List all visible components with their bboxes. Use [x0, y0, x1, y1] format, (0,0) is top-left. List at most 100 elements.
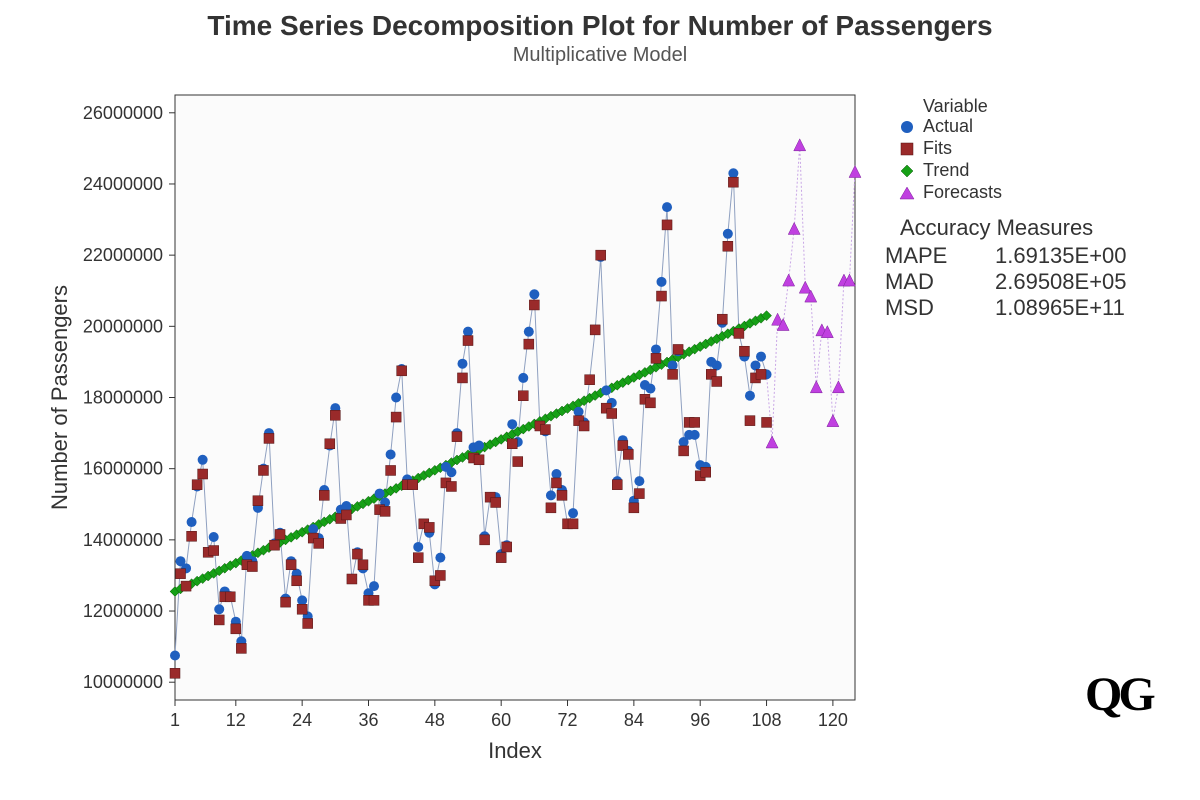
data-point: [491, 497, 501, 507]
data-point: [446, 481, 456, 491]
data-point: [723, 229, 733, 239]
data-point: [325, 439, 335, 449]
data-point: [297, 595, 307, 605]
data-point: [524, 327, 534, 337]
data-point: [668, 369, 678, 379]
data-point: [187, 517, 197, 527]
x-tick-label: 12: [226, 710, 246, 730]
y-tick-label: 26000000: [83, 103, 163, 123]
data-point: [176, 569, 186, 579]
accuracy-title: Accuracy Measures: [900, 215, 1093, 240]
data-point: [590, 325, 600, 335]
data-point: [457, 359, 467, 369]
data-point: [540, 425, 550, 435]
data-point: [408, 480, 418, 490]
data-point: [369, 595, 379, 605]
data-point: [518, 391, 528, 401]
y-tick-label: 14000000: [83, 530, 163, 550]
data-point: [551, 478, 561, 488]
data-point: [524, 339, 534, 349]
data-point: [546, 490, 556, 500]
data-point: [612, 480, 622, 490]
chart-svg: 1000000012000000140000001600000018000000…: [45, 80, 1175, 780]
data-point: [236, 643, 246, 653]
x-tick-label: 72: [558, 710, 578, 730]
data-point: [170, 668, 180, 678]
data-point: [745, 416, 755, 426]
data-point: [170, 651, 180, 661]
data-point: [502, 542, 512, 552]
data-point: [319, 490, 329, 500]
data-point: [264, 433, 274, 443]
data-point: [496, 553, 506, 563]
y-tick-label: 18000000: [83, 388, 163, 408]
data-point: [574, 407, 584, 417]
legend-title: Variable: [923, 96, 988, 116]
data-point: [629, 503, 639, 513]
data-point: [518, 373, 528, 383]
data-point: [463, 336, 473, 346]
data-point: [446, 467, 456, 477]
x-tick-label: 48: [425, 710, 445, 730]
x-tick-label: 96: [690, 710, 710, 730]
data-point: [474, 441, 484, 451]
data-point: [187, 531, 197, 541]
data-point: [303, 618, 313, 628]
accuracy-value: 2.69508E+05: [995, 269, 1127, 294]
data-point: [292, 576, 302, 586]
data-point: [457, 373, 467, 383]
data-point: [286, 560, 296, 570]
data-point: [717, 314, 727, 324]
data-point: [275, 530, 285, 540]
x-tick-label: 36: [358, 710, 378, 730]
data-point: [397, 366, 407, 376]
data-point: [198, 469, 208, 479]
x-tick-label: 84: [624, 710, 644, 730]
data-point: [546, 503, 556, 513]
data-point: [623, 449, 633, 459]
accuracy-label: MAPE: [885, 243, 947, 268]
x-axis-label: Index: [488, 738, 542, 763]
data-point: [358, 560, 368, 570]
chart-subtitle: Multiplicative Model: [0, 44, 1200, 67]
plot-wrap: 1000000012000000140000001600000018000000…: [45, 80, 1175, 780]
chart-container: Time Series Decomposition Plot for Numbe…: [0, 0, 1200, 800]
data-point: [551, 469, 561, 479]
data-point: [634, 476, 644, 486]
data-point: [181, 581, 191, 591]
data-point: [568, 519, 578, 529]
data-point: [391, 393, 401, 403]
data-point: [435, 570, 445, 580]
data-point: [463, 327, 473, 337]
data-point: [734, 328, 744, 338]
data-point: [679, 446, 689, 456]
data-point: [728, 168, 738, 178]
data-point: [651, 353, 661, 363]
data-point: [435, 553, 445, 563]
legend-item: Forecasts: [923, 182, 1002, 202]
accuracy-value: 1.08965E+11: [995, 295, 1125, 320]
data-point: [568, 508, 578, 518]
legend-item: Actual: [923, 116, 973, 136]
data-point: [297, 604, 307, 614]
y-tick-label: 20000000: [83, 316, 163, 336]
data-point: [424, 522, 434, 532]
data-point: [529, 289, 539, 299]
data-point: [668, 360, 678, 370]
x-tick-label: 60: [491, 710, 511, 730]
data-point: [214, 615, 224, 625]
data-point: [314, 538, 324, 548]
data-point: [198, 455, 208, 465]
data-point: [375, 489, 385, 499]
data-point: [270, 540, 280, 550]
legend-item: Trend: [923, 160, 969, 180]
data-point: [253, 496, 263, 506]
data-point: [258, 465, 268, 475]
data-point: [745, 391, 755, 401]
accuracy-value: 1.69135E+00: [995, 243, 1127, 268]
data-point: [579, 421, 589, 431]
x-tick-label: 108: [752, 710, 782, 730]
data-point: [225, 592, 235, 602]
x-tick-label: 120: [818, 710, 848, 730]
data-point: [762, 417, 772, 427]
